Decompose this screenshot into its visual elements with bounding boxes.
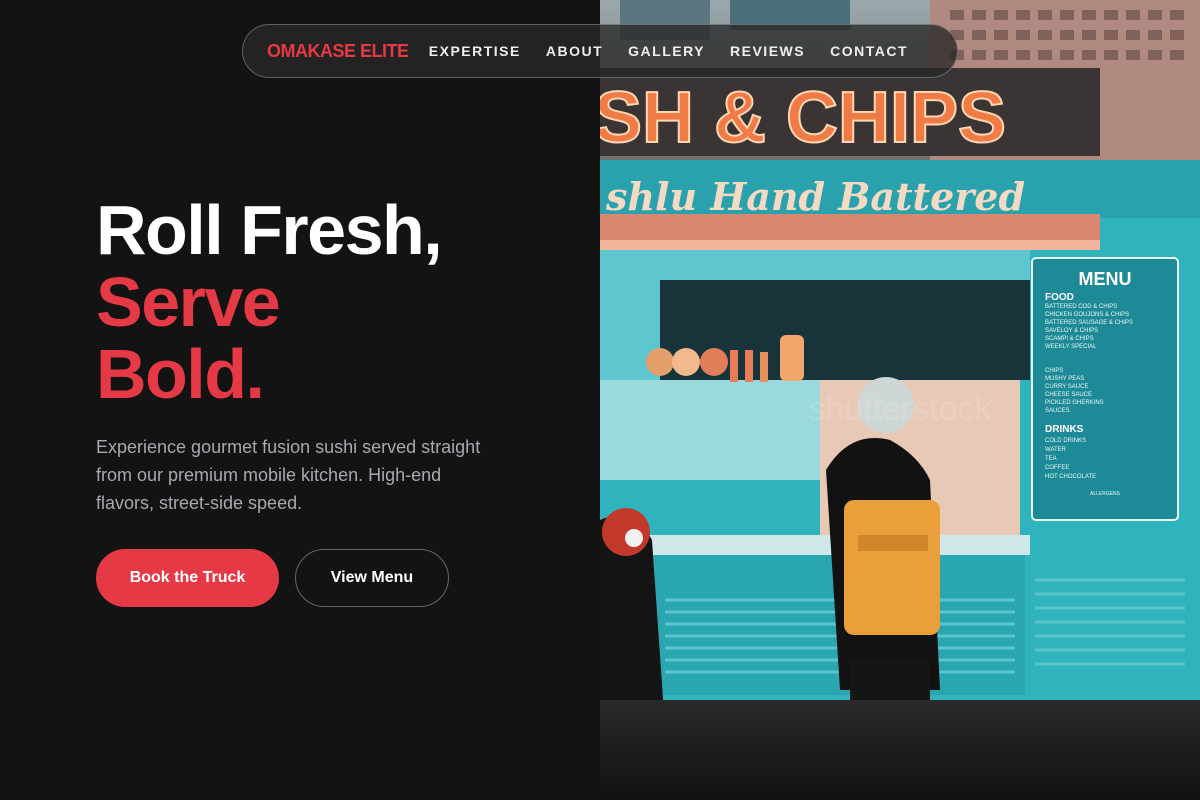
menu-board-title: MENU <box>1079 269 1132 289</box>
menu-footer: ALLERGENS <box>1090 491 1121 497</box>
menu-side-item-5: SAUCES <box>1045 408 1070 414</box>
menu-food-item-5: WEEKLY SPECIAL <box>1045 344 1097 350</box>
menu-drink-item-0: COLD DRINKS <box>1045 438 1086 444</box>
menu-side-item-1: MUSHY PEAS <box>1045 376 1084 382</box>
nav-link-about[interactable]: ABOUT <box>546 43 603 59</box>
menu-side-item-3: CHEESE SAUCE <box>1045 392 1092 398</box>
nav-link-contact[interactable]: CONTACT <box>830 43 908 59</box>
menu-food-item-4: SCAMPI & CHIPS <box>1045 336 1094 342</box>
menu-drink-item-2: TEA <box>1045 456 1057 462</box>
menu-food-item-1: CHICKEN GOUJONS & CHIPS <box>1045 312 1129 318</box>
nav-link-gallery[interactable]: GALLERY <box>628 43 705 59</box>
menu-side-item-0: CHIPS <box>1045 368 1063 374</box>
sign-sub-text: shlu Hand Battered <box>605 174 1025 219</box>
view-menu-button[interactable]: View Menu <box>295 549 449 607</box>
brand-logo[interactable]: OMAKASE ELITE <box>267 41 429 62</box>
nav-links: EXPERTISE ABOUT GALLERY REVIEWS CONTACT <box>429 43 933 59</box>
book-truck-button[interactable]: Book the Truck <box>96 549 279 607</box>
menu-food-heading: FOOD <box>1045 292 1074 303</box>
menu-side-item-4: PICKLED GHERKINS <box>1045 400 1104 406</box>
hero-title-line1: Roll Fresh, <box>96 191 443 269</box>
top-nav: OMAKASE ELITE EXPERTISE ABOUT GALLERY RE… <box>242 24 958 78</box>
menu-side-item-2: CURRY SAUCE <box>1045 384 1088 390</box>
hero-title-line2: Serve <box>96 263 281 341</box>
menu-drink-item-1: WATER <box>1045 447 1067 453</box>
menu-drink-item-4: HOT CHOCOLATE <box>1045 474 1096 480</box>
nav-link-expertise[interactable]: EXPERTISE <box>429 43 521 59</box>
hero-description: Experience gourmet fusion sushi served s… <box>96 437 481 513</box>
menu-food-item-0: BATTERED COD & CHIPS <box>1045 304 1117 310</box>
menu-food-item-3: SAVELOY & CHIPS <box>1045 328 1098 334</box>
nav-link-reviews[interactable]: REVIEWS <box>730 43 805 59</box>
hero-image: SH & CHIPS shlu Hand Battered MENU FOOD … <box>600 0 1200 800</box>
hero-title: Roll Fresh, Serve Bold. <box>96 191 443 413</box>
menu-food-item-2: BATTERED SAUSAGE & CHIPS <box>1045 320 1133 326</box>
food-truck-photo: SH & CHIPS shlu Hand Battered MENU FOOD … <box>600 0 1200 800</box>
hero-title-line3: Bold. <box>96 335 265 413</box>
hero-panel: Roll Fresh, Serve Bold. Experience gourm… <box>0 0 600 800</box>
menu-drinks-heading: DRINKS <box>1045 424 1084 435</box>
watermark: shutterstock <box>808 390 992 428</box>
menu-drink-item-3: COFFEE <box>1045 465 1069 471</box>
sign-main-text: SH & CHIPS <box>600 78 1006 158</box>
